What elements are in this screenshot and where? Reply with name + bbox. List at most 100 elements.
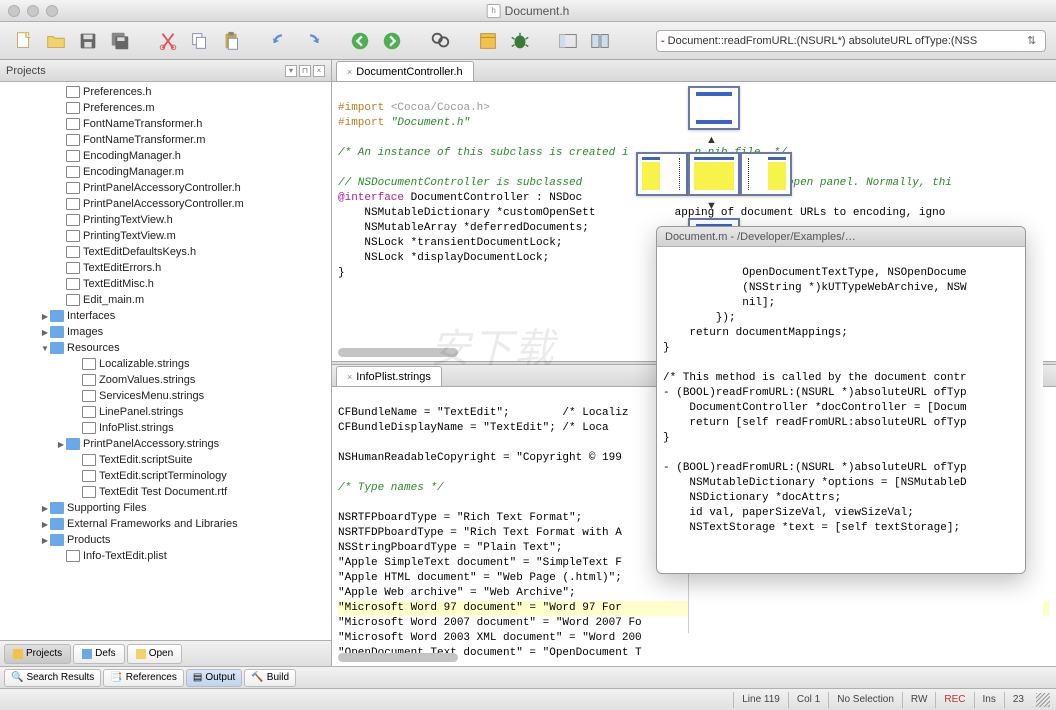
folder-icon	[50, 326, 64, 338]
disclosure-icon[interactable]	[40, 520, 50, 529]
projects-tab-open[interactable]: Open	[127, 644, 182, 664]
status-rw[interactable]: RW	[902, 692, 935, 708]
disclosure-icon[interactable]	[40, 312, 50, 321]
tree-file[interactable]: TextEditErrors.h	[0, 260, 331, 276]
symbol-navigator[interactable]: - Document::readFromURL:(NSURL*) absolut…	[656, 30, 1046, 52]
tree-file[interactable]: Edit_main.m	[0, 292, 331, 308]
save-button[interactable]	[74, 27, 102, 55]
tree-folder[interactable]: Interfaces	[0, 308, 331, 324]
find-button[interactable]	[426, 27, 454, 55]
tree-item-label: EncodingManager.h	[83, 150, 181, 162]
status-line[interactable]: Line 119	[733, 692, 788, 708]
nav-forward-button[interactable]	[378, 27, 406, 55]
tab-close-icon[interactable]: ×	[347, 67, 352, 77]
file-icon	[66, 230, 80, 242]
copy-button[interactable]	[186, 27, 214, 55]
tree-file[interactable]: Info-TextEdit.plist	[0, 548, 331, 564]
projects-tab-projects[interactable]: Projects	[4, 644, 71, 664]
tab-close-icon[interactable]: ×	[347, 372, 352, 382]
tree-file[interactable]: EncodingManager.h	[0, 148, 331, 164]
tree-item-label: Products	[67, 534, 110, 546]
disclosure-icon[interactable]	[40, 536, 50, 545]
tree-item-label: Localizable.strings	[99, 358, 190, 370]
output-tab-output[interactable]: ▤Output	[186, 669, 242, 687]
folder-icon	[50, 534, 64, 546]
resize-grip-icon[interactable]	[1036, 693, 1050, 707]
peek-popup[interactable]: Document.m - /Developer/Examples/… OpenD…	[656, 226, 1026, 574]
tree-folder[interactable]: Supporting Files	[0, 500, 331, 516]
tree-item-label: PrintPanelAccessory.strings	[83, 438, 219, 450]
cut-button[interactable]	[154, 27, 182, 55]
redo-button[interactable]	[298, 27, 326, 55]
tree-file[interactable]: TextEdit.scriptTerminology	[0, 468, 331, 484]
tree-file[interactable]: FontNameTransformer.h	[0, 116, 331, 132]
tree-file[interactable]: TextEdit Test Document.rtf	[0, 484, 331, 500]
tree-item-label: Info-TextEdit.plist	[83, 550, 167, 562]
tree-file[interactable]: PrintPanelAccessoryController.h	[0, 180, 331, 196]
tree-file[interactable]: Preferences.m	[0, 100, 331, 116]
tree-file[interactable]: ZoomValues.strings	[0, 372, 331, 388]
tree-folder[interactable]: Images	[0, 324, 331, 340]
tab-documentcontroller[interactable]: ×DocumentController.h	[336, 61, 474, 81]
file-icon	[66, 294, 80, 306]
tree-folder[interactable]: External Frameworks and Libraries	[0, 516, 331, 532]
output-tab-refs[interactable]: 📑References	[103, 669, 184, 687]
undo-button[interactable]	[266, 27, 294, 55]
save-all-button[interactable]	[106, 27, 134, 55]
tree-file[interactable]: PrintingTextView.m	[0, 228, 331, 244]
tree-file[interactable]: TextEditMisc.h	[0, 276, 331, 292]
panel-close-icon[interactable]: ×	[313, 65, 325, 77]
tree-file[interactable]: InfoPlist.strings	[0, 420, 331, 436]
status-col[interactable]: Col 1	[788, 692, 828, 708]
tree-file[interactable]: Preferences.h	[0, 84, 331, 100]
close-window-icon[interactable]	[8, 5, 20, 17]
tree-file[interactable]: PrintPanelAccessoryController.m	[0, 196, 331, 212]
new-file-button[interactable]	[10, 27, 38, 55]
tree-file[interactable]: TextEditDefaultsKeys.h	[0, 244, 331, 260]
tree-file[interactable]: PrintingTextView.h	[0, 212, 331, 228]
window-layout-button[interactable]	[554, 27, 582, 55]
tree-file[interactable]: ServicesMenu.strings	[0, 388, 331, 404]
tree-file[interactable]: LinePanel.strings	[0, 404, 331, 420]
status-rec[interactable]: REC	[935, 692, 973, 708]
tree-file[interactable]: Localizable.strings	[0, 356, 331, 372]
open-folder-button[interactable]	[42, 27, 70, 55]
panel-pin-icon[interactable]: ⊓	[299, 65, 311, 77]
tree-folder[interactable]: Resources	[0, 340, 331, 356]
projects-bottom-tabs: Projects Defs Open	[0, 640, 331, 666]
scrollbar-thumb[interactable]	[338, 653, 458, 662]
tree-file[interactable]: FontNameTransformer.m	[0, 132, 331, 148]
debug-button[interactable]	[506, 27, 534, 55]
status-selection: No Selection	[828, 692, 902, 708]
output-tab-search[interactable]: 🔍Search Results	[4, 669, 101, 687]
tab-infoplist[interactable]: ×InfoPlist.strings	[336, 366, 442, 386]
file-icon	[82, 454, 96, 466]
file-icon	[82, 486, 96, 498]
tree-folder[interactable]: Products	[0, 532, 331, 548]
panel-menu-icon[interactable]: ▾	[285, 65, 297, 77]
updown-icon[interactable]: ⇅	[1027, 34, 1041, 47]
status-ins[interactable]: Ins	[974, 692, 1004, 708]
disclosure-icon[interactable]	[56, 440, 66, 449]
disclosure-icon[interactable]	[40, 328, 50, 337]
paste-button[interactable]	[218, 27, 246, 55]
file-icon	[82, 406, 96, 418]
window-split-button[interactable]	[586, 27, 614, 55]
scrollbar-thumb[interactable]	[338, 348, 458, 357]
toolbar: - Document::readFromURL:(NSURL*) absolut…	[0, 22, 1056, 60]
zoom-window-icon[interactable]	[46, 5, 58, 17]
output-tab-build[interactable]: 🔨Build	[244, 669, 296, 687]
peek-popup-body[interactable]: OpenDocumentTextType, NSOpenDocume (NSSt…	[657, 247, 1025, 573]
project-tree[interactable]: Preferences.hPreferences.mFontNameTransf…	[0, 82, 331, 640]
disclosure-icon[interactable]	[40, 344, 50, 353]
disclosure-icon[interactable]	[40, 504, 50, 513]
tree-file[interactable]: TextEdit.scriptSuite	[0, 452, 331, 468]
projects-tab-defs[interactable]: Defs	[73, 644, 125, 664]
file-icon	[66, 278, 80, 290]
minimize-window-icon[interactable]	[27, 5, 39, 17]
build-button[interactable]	[474, 27, 502, 55]
tree-folder[interactable]: PrintPanelAccessory.strings	[0, 436, 331, 452]
nav-back-button[interactable]	[346, 27, 374, 55]
file-icon	[66, 198, 80, 210]
tree-file[interactable]: EncodingManager.m	[0, 164, 331, 180]
